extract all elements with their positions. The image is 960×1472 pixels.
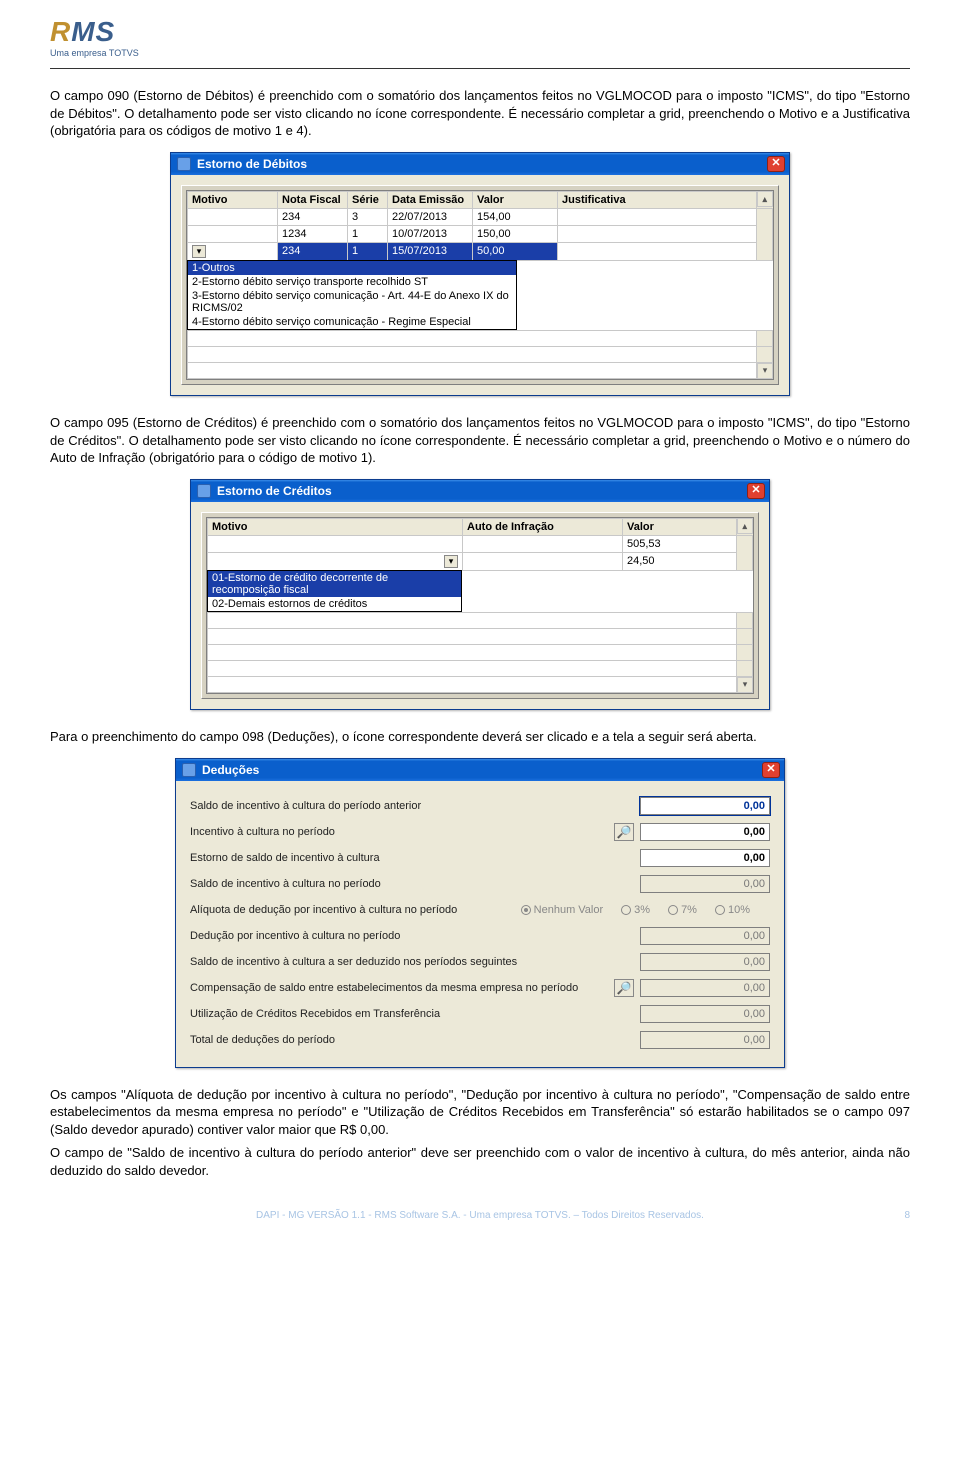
deducao-label: Incentivo à cultura no período [190, 826, 614, 838]
dropdown-selected[interactable]: 1-Outros [188, 261, 516, 275]
deducao-value[interactable]: 0,00 [640, 797, 770, 815]
deducao-label: Saldo de incentivo à cultura a ser deduz… [190, 956, 640, 968]
grid-creditos[interactable]: Motivo Auto de Infração Valor ▴ 505,53 ▾… [206, 517, 754, 695]
col-serie[interactable]: Série [348, 191, 388, 208]
motivo-dropdown[interactable]: 01-Estorno de crédito decorrente de reco… [207, 570, 462, 612]
deducao-value: 0,00 [640, 875, 770, 893]
deducao-value: 0,00 [640, 1005, 770, 1023]
col-nf[interactable]: Nota Fiscal [278, 191, 348, 208]
binoculars-icon[interactable]: 🔎 [614, 823, 634, 841]
paragraph-2: O campo 095 (Estorno de Créditos) é pree… [50, 414, 910, 467]
col-motivo[interactable]: Motivo [188, 191, 278, 208]
close-icon[interactable]: ✕ [767, 156, 785, 172]
chevron-down-icon[interactable]: ▾ [192, 245, 206, 258]
table-row[interactable]: 234322/07/2013154,00 [188, 208, 773, 225]
deducao-label: Alíquota de dedução por incentivo à cult… [190, 904, 521, 916]
col-valor[interactable]: Valor [473, 191, 558, 208]
dropdown-option[interactable]: 4-Estorno débito serviço comunicação - R… [188, 315, 516, 329]
col-motivo[interactable]: Motivo [208, 518, 463, 535]
deducao-row: Saldo de incentivo à cultura no período0… [190, 871, 770, 897]
deducao-row: Incentivo à cultura no período🔎 0,00 [190, 819, 770, 845]
paragraph-4: Os campos "Alíquota de dedução por incen… [50, 1086, 910, 1139]
footer: DAPI - MG VERSÃO 1.1 - RMS Software S.A.… [50, 1210, 910, 1221]
grid-debitos[interactable]: Motivo Nota Fiscal Série Data Emissão Va… [186, 190, 774, 381]
radio-option[interactable]: 3% [621, 904, 650, 916]
dropdown-option[interactable]: 02-Demais estornos de créditos [208, 597, 461, 611]
col-just[interactable]: Justificativa [558, 191, 757, 208]
deducao-row: Dedução por incentivo à cultura no perío… [190, 923, 770, 949]
scroll-down-icon[interactable]: ▾ [757, 363, 773, 379]
logo-sub: Uma empresa TOTVS [50, 48, 139, 58]
window-icon [182, 763, 196, 777]
paragraph-1: O campo 090 (Estorno de Débitos) é preen… [50, 87, 910, 140]
deducao-value[interactable]: 0,00 [640, 849, 770, 867]
deducao-value: 0,00 [640, 953, 770, 971]
window-estorno-debitos: Estorno de Débitos ✕ Motivo Nota Fiscal … [170, 152, 790, 397]
window-estorno-creditos: Estorno de Créditos ✕ Motivo Auto de Inf… [190, 479, 770, 711]
window-title: Deduções [202, 763, 762, 777]
deducao-value: 0,00 [640, 979, 770, 997]
deducao-label: Utilização de Créditos Recebidos em Tran… [190, 1008, 640, 1020]
titlebar-deducoes[interactable]: Deduções ✕ [176, 759, 784, 781]
window-icon [177, 157, 191, 171]
deducao-row: Total de deduções do período0,00 [190, 1027, 770, 1053]
radio-option[interactable]: 10% [715, 904, 750, 916]
deducao-row: Saldo de incentivo à cultura a ser deduz… [190, 949, 770, 975]
titlebar-creditos[interactable]: Estorno de Créditos ✕ [191, 480, 769, 502]
deducao-value: 0,00 [640, 927, 770, 945]
window-title: Estorno de Créditos [217, 484, 747, 498]
deducao-row: Alíquota de dedução por incentivo à cult… [190, 897, 770, 923]
deducao-label: Estorno de saldo de incentivo à cultura [190, 852, 640, 864]
deducao-row: Utilização de Créditos Recebidos em Tran… [190, 1001, 770, 1027]
close-icon[interactable]: ✕ [747, 483, 765, 499]
window-deducoes: Deduções ✕ Saldo de incentivo à cultura … [175, 758, 785, 1068]
deducao-value: 0,00 [640, 1031, 770, 1049]
col-data[interactable]: Data Emissão [388, 191, 473, 208]
dropdown-selected[interactable]: 01-Estorno de crédito decorrente de reco… [208, 571, 461, 597]
close-icon[interactable]: ✕ [762, 762, 780, 778]
deducao-label: Dedução por incentivo à cultura no perío… [190, 930, 640, 942]
col-valor[interactable]: Valor [623, 518, 737, 535]
chevron-down-icon[interactable]: ▾ [444, 555, 458, 568]
paragraph-5: O campo de "Saldo de incentivo à cultura… [50, 1144, 910, 1179]
window-icon [197, 484, 211, 498]
deducao-row: Estorno de saldo de incentivo à cultura0… [190, 845, 770, 871]
scroll-up-icon[interactable]: ▴ [737, 518, 753, 534]
col-auto[interactable]: Auto de Infração [463, 518, 623, 535]
dropdown-option[interactable]: 3-Estorno débito serviço comunicação - A… [188, 289, 516, 315]
deducao-row: Saldo de incentivo à cultura do período … [190, 793, 770, 819]
titlebar-debitos[interactable]: Estorno de Débitos ✕ [171, 153, 789, 175]
deducao-label: Saldo de incentivo à cultura do período … [190, 800, 640, 812]
deducao-label: Total de deduções do período [190, 1034, 640, 1046]
window-title: Estorno de Débitos [197, 157, 767, 171]
logo: RRMSMS [50, 18, 115, 46]
page-number: 8 [904, 1210, 910, 1221]
paragraph-3: Para o preenchimento do campo 098 (Deduç… [50, 728, 910, 746]
dropdown-option[interactable]: 2-Estorno débito serviço transporte reco… [188, 275, 516, 289]
table-row[interactable]: 1234110/07/2013150,00 [188, 225, 773, 242]
motivo-dropdown[interactable]: 1-Outros 2-Estorno débito serviço transp… [187, 260, 517, 330]
header-rule [50, 68, 910, 69]
aliquota-radio-group[interactable]: Nenhum Valor 3% 7% 10% [521, 904, 770, 916]
deducao-label: Saldo de incentivo à cultura no período [190, 878, 640, 890]
radio-nenhum[interactable]: Nenhum Valor [521, 904, 604, 916]
deducao-label: Compensação de saldo entre estabelecimen… [190, 982, 614, 994]
header: RRMSMS Uma empresa TOTVS [50, 0, 910, 69]
table-row[interactable]: ▾ 234 1 15/07/2013 50,00 [188, 242, 773, 260]
scroll-up-icon[interactable]: ▴ [757, 191, 773, 207]
deducao-value[interactable]: 0,00 [640, 823, 770, 841]
radio-option[interactable]: 7% [668, 904, 697, 916]
scroll-down-icon[interactable]: ▾ [737, 677, 753, 693]
deducao-row: Compensação de saldo entre estabelecimen… [190, 975, 770, 1001]
table-row[interactable]: ▾24,50 [208, 552, 753, 570]
binoculars-icon[interactable]: 🔎 [614, 979, 634, 997]
table-row[interactable]: 505,53 [208, 535, 753, 552]
footer-text: DAPI - MG VERSÃO 1.1 - RMS Software S.A.… [256, 1210, 704, 1221]
